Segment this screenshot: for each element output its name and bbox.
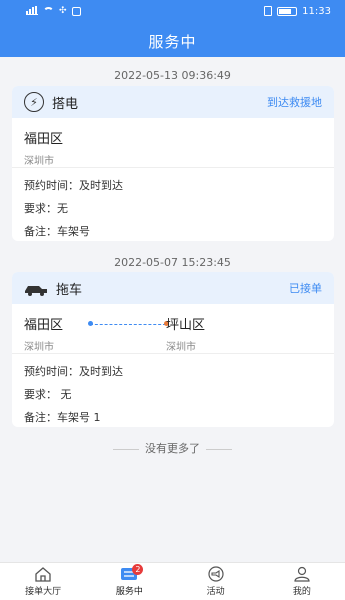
card-header: ⚡ 搭电 到达救援地 <box>12 86 334 118</box>
status-bar: ✣ 11:33 <box>0 0 345 22</box>
requirement-label: 要求： <box>24 388 57 401</box>
card-header: 拖车 已接单 <box>12 272 334 304</box>
note-value: 车架号 1 <box>57 411 101 424</box>
note-value: 车架号 <box>57 225 90 238</box>
bottom-tab-bar: 接单大厅 2 服务中 活动 我的 <box>0 562 345 600</box>
from-location: 福田区 深圳市 <box>24 314 63 353</box>
tab-label: 活动 <box>206 587 225 597</box>
requirement-label: 要求： <box>24 202 57 215</box>
order-info: 预约时间：及时到达 要求：无 备注：车架号 <box>12 174 334 241</box>
from-city: 深圳市 <box>24 156 54 167</box>
appointment-label: 预约时间： <box>24 179 79 192</box>
order-list[interactable]: 2022-05-13 09:36:49 ⚡ 搭电 到达救援地 福田区 深圳市 预… <box>0 57 345 562</box>
list-end-text: 没有更多了 <box>0 440 345 456</box>
route-block: 福田区 深圳市 坪山区 深圳市 <box>12 304 334 354</box>
appointment-row: 预约时间：及时到达 <box>24 360 322 383</box>
from-city: 深圳市 <box>24 342 54 353</box>
tab-label: 我的 <box>292 587 311 597</box>
appointment-value: 及时到达 <box>79 365 123 378</box>
requirement-value: 无 <box>57 388 72 401</box>
user-icon <box>293 566 311 582</box>
tab-label: 接单大厅 <box>25 587 62 597</box>
tow-truck-icon <box>24 281 48 296</box>
requirement-row: 要求： 无 <box>24 383 322 406</box>
wifi-icon <box>43 7 54 15</box>
order-timestamp: 2022-05-07 15:23:45 <box>114 256 231 269</box>
tab-in-service[interactable]: 2 服务中 <box>86 563 172 600</box>
appointment-row: 预约时间：及时到达 <box>24 174 322 197</box>
signal-icon <box>26 6 38 15</box>
battery-icon <box>277 6 298 16</box>
order-status[interactable]: 到达救援地 <box>267 94 322 110</box>
page-title: 服务中 <box>148 33 197 51</box>
home-icon <box>34 566 52 582</box>
requirement-value: 无 <box>57 202 68 215</box>
tab-hall[interactable]: 接单大厅 <box>0 563 86 600</box>
note-row: 备注：车架号 1 <box>24 406 322 427</box>
note-label: 备注： <box>24 225 57 238</box>
location-block: 福田区 深圳市 <box>12 118 334 168</box>
megaphone-icon <box>207 566 225 582</box>
app-notification-icon <box>71 6 81 16</box>
route-line <box>90 324 166 325</box>
order-timestamp: 2022-05-13 09:36:49 <box>114 69 231 82</box>
to-location: 坪山区 深圳市 <box>166 314 205 353</box>
order-card[interactable]: 拖车 已接单 福田区 深圳市 坪山区 深圳市 预约时间：及时到达 要求： 无 备… <box>12 272 334 427</box>
service-type: 拖车 <box>56 282 83 298</box>
requirement-row: 要求：无 <box>24 197 322 220</box>
service-type: 搭电 <box>52 96 79 112</box>
tab-mine[interactable]: 我的 <box>259 563 345 600</box>
tab-label: 服务中 <box>115 587 143 597</box>
app-header: ✣ 11:33 服务中 <box>0 0 345 57</box>
to-district: 坪山区 <box>166 318 206 333</box>
tab-badge: 2 <box>132 564 144 575</box>
order-status[interactable]: 已接单 <box>289 280 322 296</box>
from-district: 福田区 <box>24 318 64 333</box>
appointment-value: 及时到达 <box>79 179 123 192</box>
appointment-label: 预约时间： <box>24 365 79 378</box>
note-label: 备注： <box>24 411 57 424</box>
tab-activity[interactable]: 活动 <box>173 563 259 600</box>
vibrate-icon <box>264 6 273 16</box>
order-card[interactable]: ⚡ 搭电 到达救援地 福田区 深圳市 预约时间：及时到达 要求：无 备注：车架号 <box>12 86 334 241</box>
order-info: 预约时间：及时到达 要求： 无 备注：车架号 1 <box>12 360 334 427</box>
clock: 11:33 <box>302 5 331 17</box>
from-district: 福田区 <box>24 132 64 147</box>
usb-icon: ✣ <box>59 6 67 16</box>
to-city: 深圳市 <box>166 342 196 353</box>
lightning-icon: ⚡ <box>24 92 44 112</box>
note-row: 备注：车架号 <box>24 220 322 241</box>
